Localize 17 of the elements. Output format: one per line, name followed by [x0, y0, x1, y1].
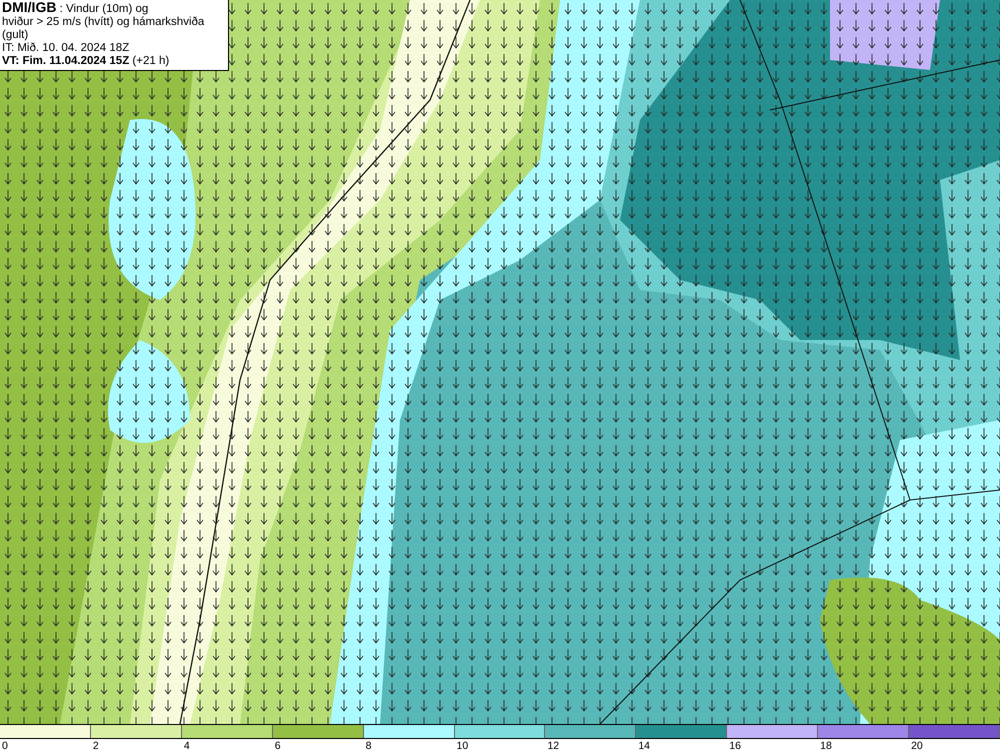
- legend-label: 18: [820, 740, 832, 752]
- initial-time: IT: Mið. 10. 04. 2024 18Z: [2, 42, 130, 55]
- legend-label: 10: [456, 740, 468, 752]
- valid-time: VT: Fim. 11.04.2024 15Z: [2, 55, 130, 67]
- legend-label: 12: [547, 740, 560, 752]
- legend-label: 16: [729, 740, 741, 752]
- source-label: DMI/IGB: [2, 0, 56, 15]
- map-subtitle: hviður > 25 m/s (hvítt) og hámarkshviða (gult): [2, 16, 206, 42]
- legend-label: 0: [2, 740, 8, 752]
- legend-label: 4: [184, 740, 190, 752]
- legend-label: 20: [911, 740, 923, 752]
- legend-label: 14: [638, 740, 650, 752]
- map-title: : Vindur (10m) og: [60, 3, 148, 15]
- legend-label: 2: [92, 740, 99, 752]
- lead-time: (+21 h): [132, 55, 170, 67]
- legend-label: 6: [274, 740, 281, 752]
- legend-label: 8: [366, 740, 372, 752]
